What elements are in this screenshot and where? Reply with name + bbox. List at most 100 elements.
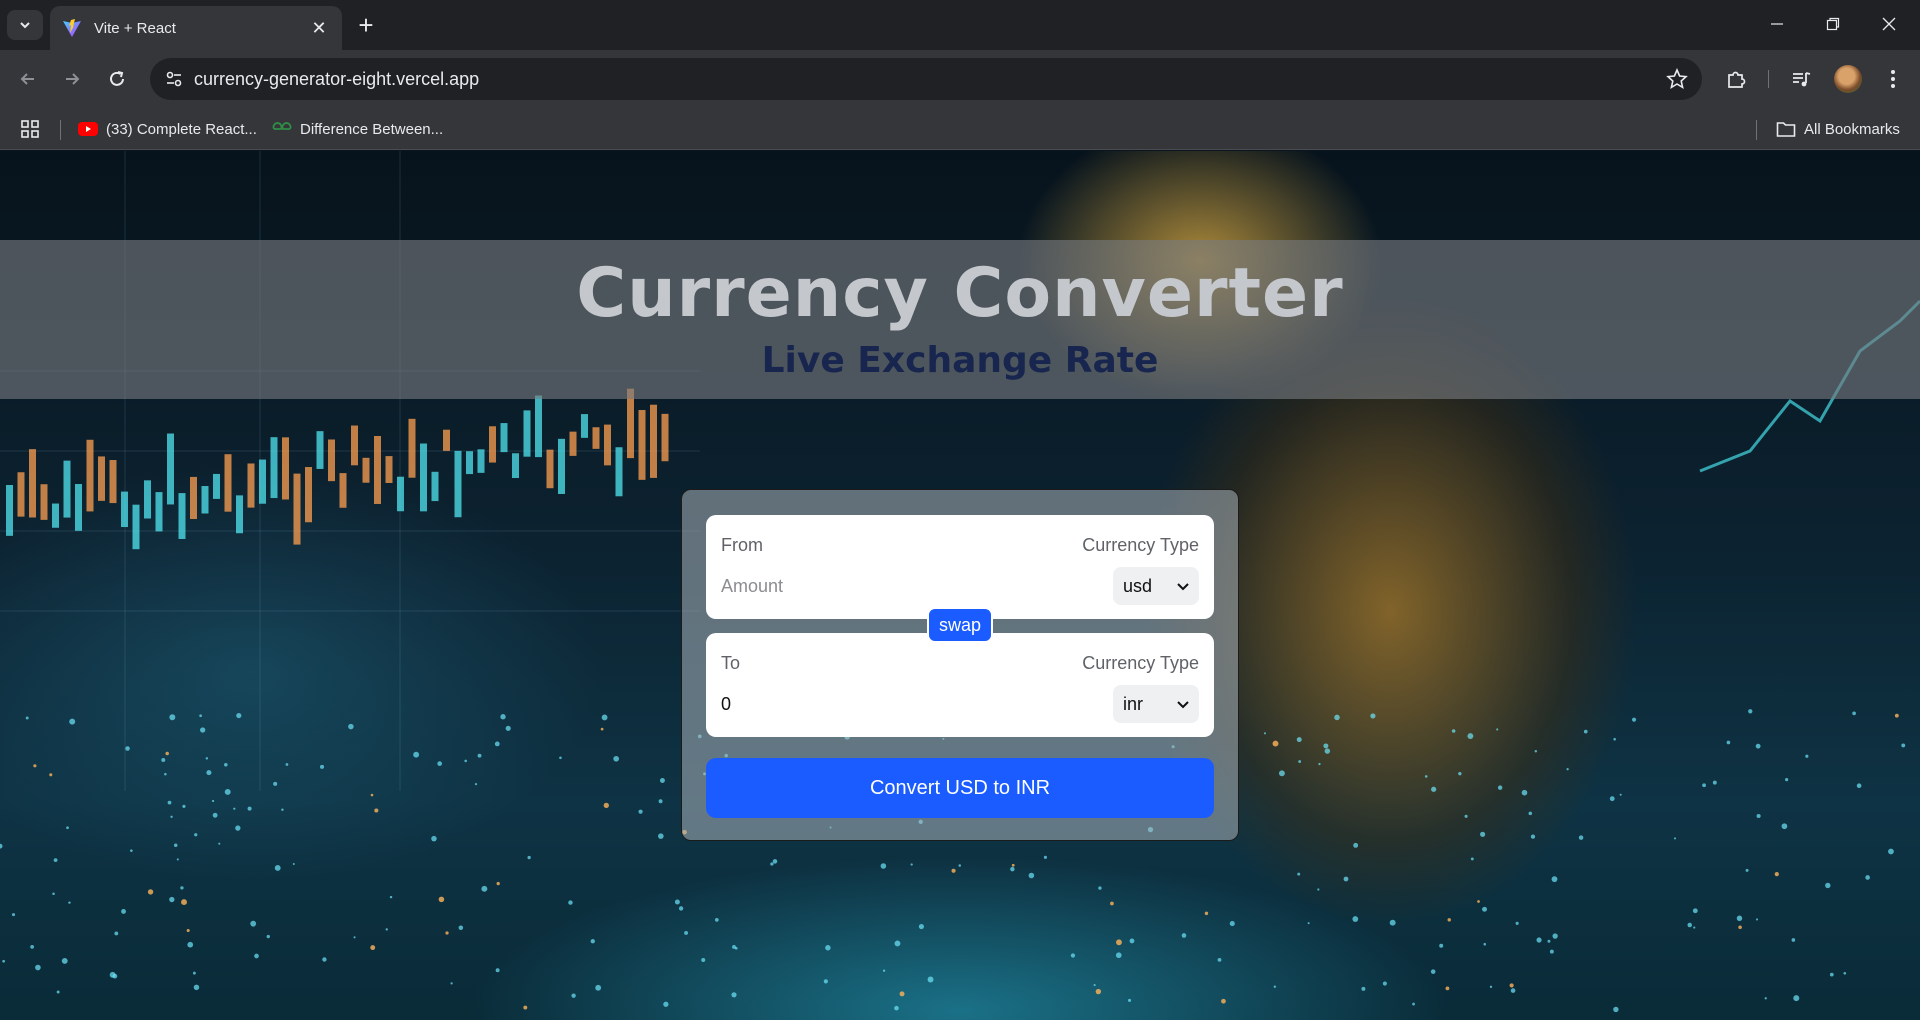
bookmark-item-youtube[interactable]: (33) Complete React... bbox=[78, 116, 257, 142]
background-candle bbox=[109, 460, 117, 504]
background-light-dot bbox=[1852, 711, 1856, 716]
to-currency-value: inr bbox=[1123, 693, 1144, 714]
browser-tab-active[interactable]: Vite + React ✕ bbox=[50, 6, 342, 50]
background-light-dot bbox=[1095, 988, 1102, 995]
background-light-dot bbox=[254, 953, 259, 959]
background-light-dot bbox=[1774, 871, 1779, 877]
new-tab-button[interactable]: + bbox=[352, 12, 380, 40]
background-candle bbox=[75, 484, 82, 531]
background-light-dot bbox=[25, 716, 29, 720]
background-light-dot bbox=[205, 757, 209, 760]
background-light-dot bbox=[186, 928, 190, 933]
background-candle bbox=[454, 450, 462, 518]
address-bar[interactable]: currency-generator-eight.vercel.app bbox=[150, 58, 1702, 100]
from-field: From Currency Type Amount usd bbox=[706, 515, 1214, 619]
to-currency-select[interactable]: inr bbox=[1113, 685, 1199, 723]
background-candle bbox=[546, 449, 554, 489]
background-light-dot bbox=[684, 931, 689, 935]
background-candle bbox=[316, 431, 324, 469]
background-light-dot bbox=[1445, 986, 1450, 991]
background-candle bbox=[638, 410, 646, 480]
background-light-dot bbox=[1343, 876, 1349, 882]
background-light-dot bbox=[1115, 952, 1122, 959]
background-light-dot bbox=[1805, 754, 1809, 758]
background-light-dot bbox=[1497, 785, 1503, 790]
browser-menu-button[interactable] bbox=[1879, 65, 1907, 93]
extensions-button[interactable] bbox=[1722, 65, 1750, 93]
chevron-down-icon bbox=[1177, 583, 1189, 591]
background-light-dot bbox=[951, 868, 956, 873]
background-light-dot bbox=[731, 992, 737, 998]
toolbar-divider bbox=[1768, 70, 1769, 88]
tab-close-icon[interactable]: ✕ bbox=[308, 18, 330, 39]
bookmark-item-geeksforgeeks[interactable]: Difference Between... bbox=[272, 116, 443, 142]
background-light-dot bbox=[1692, 908, 1698, 914]
background-light-dot bbox=[527, 855, 531, 860]
background-light-dot bbox=[121, 909, 126, 914]
background-light-dot bbox=[169, 896, 175, 903]
background-light-dot bbox=[33, 764, 37, 768]
from-currency-select[interactable]: usd bbox=[1113, 567, 1199, 605]
background-light-dot bbox=[109, 971, 116, 978]
background-light-dot bbox=[1110, 901, 1114, 906]
reload-button[interactable] bbox=[101, 63, 133, 95]
background-candle bbox=[385, 456, 393, 483]
folder-icon bbox=[1776, 122, 1796, 137]
background-candle bbox=[132, 504, 140, 550]
background-candle bbox=[293, 473, 301, 545]
background-light-dot bbox=[910, 863, 913, 866]
background-light-dot bbox=[2, 959, 6, 963]
from-amount-input[interactable]: Amount bbox=[721, 571, 1021, 601]
bookmark-star-icon[interactable] bbox=[1666, 68, 1688, 90]
background-light-dot bbox=[1781, 823, 1788, 830]
background-light-dot bbox=[274, 864, 281, 871]
restore-button[interactable] bbox=[1808, 8, 1858, 40]
background-light-dot bbox=[770, 862, 774, 866]
back-button[interactable] bbox=[12, 63, 44, 95]
background-light-dot bbox=[1323, 743, 1329, 749]
background-candle bbox=[604, 424, 611, 466]
background-light-dot bbox=[714, 918, 719, 922]
background-light-dot bbox=[1536, 937, 1542, 943]
close-window-button[interactable] bbox=[1864, 8, 1914, 40]
site-info-icon[interactable] bbox=[164, 69, 184, 89]
background-light-dot bbox=[1528, 811, 1533, 816]
background-light-dot bbox=[1098, 886, 1102, 890]
geeksforgeeks-icon bbox=[272, 122, 292, 130]
background-light-dot bbox=[1317, 888, 1320, 891]
background-light-dot bbox=[1764, 997, 1767, 1000]
background-light-dot bbox=[772, 859, 778, 864]
background-light-dot bbox=[1361, 986, 1366, 991]
background-light-dot bbox=[1467, 733, 1474, 740]
background-light-dot bbox=[167, 800, 172, 805]
swap-button[interactable]: swap bbox=[927, 607, 993, 643]
background-light-dot bbox=[1217, 957, 1222, 962]
background-light-dot bbox=[273, 781, 278, 786]
background-candle bbox=[247, 463, 255, 508]
hero-banner: Currency Converter Live Exchange Rate bbox=[0, 240, 1920, 399]
to-currency-type-label: Currency Type bbox=[1082, 653, 1199, 673]
background-candle bbox=[650, 404, 657, 478]
background-light-dot bbox=[450, 982, 453, 985]
background-candle bbox=[201, 486, 209, 514]
background-light-dot bbox=[1263, 732, 1266, 735]
background-light-dot bbox=[194, 833, 198, 837]
to-label: To bbox=[721, 653, 741, 673]
minimize-button[interactable] bbox=[1752, 8, 1802, 40]
background-light-dot bbox=[1272, 740, 1279, 747]
background-light-dot bbox=[1547, 939, 1551, 943]
tab-search-button[interactable] bbox=[7, 10, 43, 40]
profile-avatar[interactable] bbox=[1834, 65, 1862, 93]
background-light-dot bbox=[1382, 981, 1387, 986]
to-amount-input[interactable]: 0 bbox=[721, 689, 1021, 719]
background-light-dot bbox=[958, 864, 962, 867]
background-light-dot bbox=[1894, 713, 1899, 718]
forward-button[interactable] bbox=[56, 63, 88, 95]
all-bookmarks-button[interactable]: All Bookmarks bbox=[1776, 116, 1900, 142]
background-candle bbox=[190, 476, 197, 520]
media-controls-button[interactable] bbox=[1787, 65, 1815, 93]
apps-button[interactable] bbox=[20, 116, 40, 142]
background-light-dot bbox=[11, 913, 16, 917]
convert-button[interactable]: Convert USD to INR bbox=[706, 758, 1214, 818]
background-light-dot bbox=[1412, 1002, 1415, 1006]
